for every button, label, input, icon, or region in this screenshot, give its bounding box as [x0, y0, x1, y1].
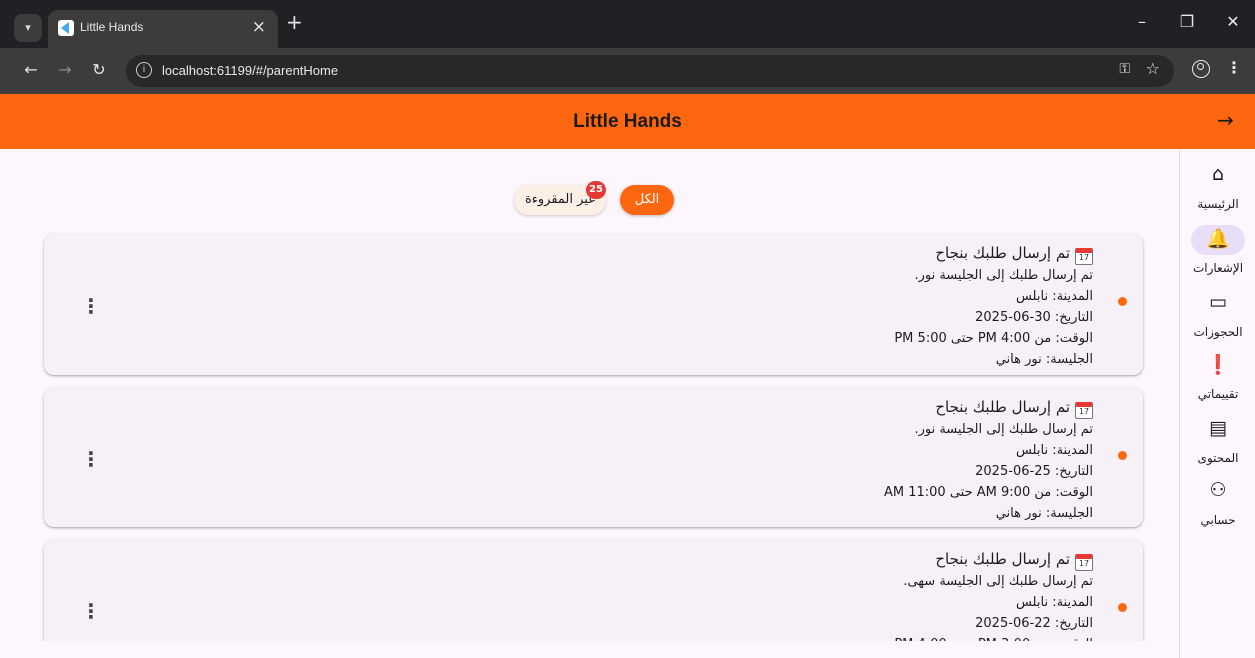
- navigation-rail: ⌂ الرئيسية 🔔 الإشعارات ▭ الحجوزات ❗ تقييماتي ▤ ال…: [1179, 149, 1255, 658]
- tab-title: Little Hands: [80, 20, 144, 34]
- unread-dot: [1118, 451, 1127, 460]
- more-options-icon[interactable]: ⋮: [81, 296, 101, 316]
- notification-body: 17 تم إرسال طلبك بنجاح تم إرسال طلبك إلى ا…: [894, 241, 1093, 370]
- address-bar[interactable]: i localhost:61199/#/parentHome ⚿ ☆: [126, 55, 1174, 87]
- notification-detail-line: الوقت: من 4:00 PM حتى 5:00 PM: [894, 331, 1093, 346]
- tab-close-icon[interactable]: ×: [252, 17, 266, 37]
- rail-label: الإشعارات: [1192, 261, 1244, 275]
- unread-dot: [1118, 603, 1127, 612]
- rail-item-1[interactable]: ⌂ الرئيسية: [1180, 157, 1255, 217]
- window-close-button[interactable]: ✕: [1218, 12, 1248, 31]
- rail-item-3[interactable]: ▭ الحجوزات: [1180, 285, 1255, 345]
- notification-detail-line: الوقت: من 9:00 AM حتى 11:00 AM: [883, 485, 1093, 500]
- browser-tab-strip: ▾ Little Hands × + – ❐ ✕: [0, 0, 1255, 48]
- rail-item-4[interactable]: ❗ تقييماتي: [1180, 347, 1255, 407]
- site-info-icon[interactable]: i: [136, 62, 152, 78]
- forward-button[interactable]: →: [54, 60, 76, 79]
- notification-title-text: تم إرسال طلبك بنجاح: [935, 244, 1070, 262]
- notification-title-text: تم إرسال طلبك بنجاح: [935, 550, 1070, 568]
- notification-detail-line: المدينة: نابلس: [1015, 443, 1093, 458]
- calendar-icon: ▭: [1209, 291, 1227, 313]
- bookmark-star-icon[interactable]: ☆: [1146, 59, 1160, 78]
- notification-detail-line: التاريخ: 30-06-2025: [975, 310, 1093, 325]
- filter-all-chip[interactable]: الكل: [620, 185, 674, 215]
- flutter-favicon-icon: [58, 20, 74, 36]
- notification-title: 17 تم إرسال طلبك بنجاح: [894, 547, 1093, 571]
- unread-dot: [1118, 297, 1127, 306]
- notification-card[interactable]: ⋮ 17 تم إرسال طلبك بنجاح تم إرسال طلبك إلى …: [44, 234, 1143, 375]
- notification-detail-line: المدينة: نابلس: [1015, 595, 1093, 610]
- home-icon: ⌂: [1211, 163, 1225, 185]
- app-title: Little Hands: [573, 111, 682, 132]
- password-key-icon[interactable]: ⚿: [1119, 61, 1130, 77]
- person-icon: ⚇: [1209, 479, 1227, 501]
- app-viewport: Little Hands → غير المقروءة 25 الكل ⋮ 17 ت…: [0, 94, 1255, 658]
- restore-button[interactable]: ❐: [1172, 12, 1202, 31]
- reload-button[interactable]: ↻: [88, 60, 110, 79]
- rail-label: الرئيسية: [1197, 197, 1239, 211]
- back-button[interactable]: ←: [20, 60, 42, 79]
- rail-label: الحجوزات: [1193, 325, 1243, 339]
- calendar-emoji-icon: 17: [1075, 554, 1093, 571]
- filter-unread-label: غير المقروءة: [524, 192, 596, 207]
- app-bar: Little Hands →: [0, 94, 1255, 149]
- notification-body: 17 تم إرسال طلبك بنجاح تم إرسال طلبك إلى ا…: [894, 547, 1093, 655]
- browser-tab[interactable]: Little Hands ×: [48, 10, 278, 48]
- notification-detail-line: تم إرسال طلبك إلى الجليسة نور.: [914, 422, 1093, 437]
- notification-detail-line: الجليسة: نور هاني: [995, 506, 1093, 521]
- browser-toolbar: ← → ↻ i localhost:61199/#/parentHome ⚿ ☆…: [0, 48, 1255, 94]
- notification-detail-line: الجليسة: نور هاني: [995, 352, 1093, 367]
- profile-icon[interactable]: [1192, 60, 1210, 78]
- filter-all-label: الكل: [634, 192, 660, 207]
- new-tab-button[interactable]: +: [286, 10, 303, 34]
- notification-detail-line: تم إرسال طلبك إلى الجليسة سهى.: [903, 574, 1093, 589]
- minimize-button[interactable]: –: [1127, 12, 1157, 31]
- unread-count-badge: 25: [586, 181, 606, 199]
- notification-detail-line: التاريخ: 25-06-2025: [975, 464, 1093, 479]
- list-bottom-edge: [0, 641, 1179, 658]
- book-icon: ▤: [1209, 417, 1227, 439]
- calendar-emoji-icon: 17: [1075, 248, 1093, 265]
- calendar-emoji-icon: 17: [1075, 402, 1093, 419]
- notification-detail-line: التاريخ: 22-06-2025: [975, 616, 1093, 631]
- rail-label: تقييماتي: [1197, 387, 1239, 401]
- notification-title: 17 تم إرسال طلبك بنجاح: [894, 241, 1093, 265]
- bell-icon: 🔔: [1206, 228, 1230, 250]
- more-options-icon[interactable]: ⋮: [81, 601, 101, 621]
- arrow-right-icon[interactable]: →: [1217, 108, 1234, 132]
- tab-search-icon[interactable]: ▾: [14, 14, 42, 42]
- notification-body: 17 تم إرسال طلبك بنجاح تم إرسال طلبك إلى ا…: [884, 395, 1093, 524]
- rail-item-5[interactable]: ▤ المحتوى: [1180, 411, 1255, 471]
- url-text[interactable]: localhost:61199/#/parentHome: [162, 63, 338, 78]
- notification-detail-line: تم إرسال طلبك إلى الجليسة نور.: [914, 268, 1093, 283]
- rail-label: حسابي: [1200, 513, 1236, 527]
- more-options-icon[interactable]: ⋮: [81, 449, 101, 469]
- notification-detail-line: المدينة: نابلس: [1015, 289, 1093, 304]
- rail-label: المحتوى: [1197, 451, 1239, 465]
- notification-card[interactable]: ⋮ 17 تم إرسال طلبك بنجاح تم إرسال طلبك إلى …: [44, 388, 1143, 527]
- browser-menu-icon[interactable]: ⋮: [1226, 58, 1242, 77]
- rail-item-2[interactable]: 🔔 الإشعارات: [1180, 221, 1255, 281]
- notification-title: 17 تم إرسال طلبك بنجاح: [884, 395, 1093, 419]
- rail-item-6[interactable]: ⚇ حسابي: [1180, 473, 1255, 533]
- feedback-icon: ❗: [1206, 354, 1230, 376]
- notification-title-text: تم إرسال طلبك بنجاح: [935, 398, 1070, 416]
